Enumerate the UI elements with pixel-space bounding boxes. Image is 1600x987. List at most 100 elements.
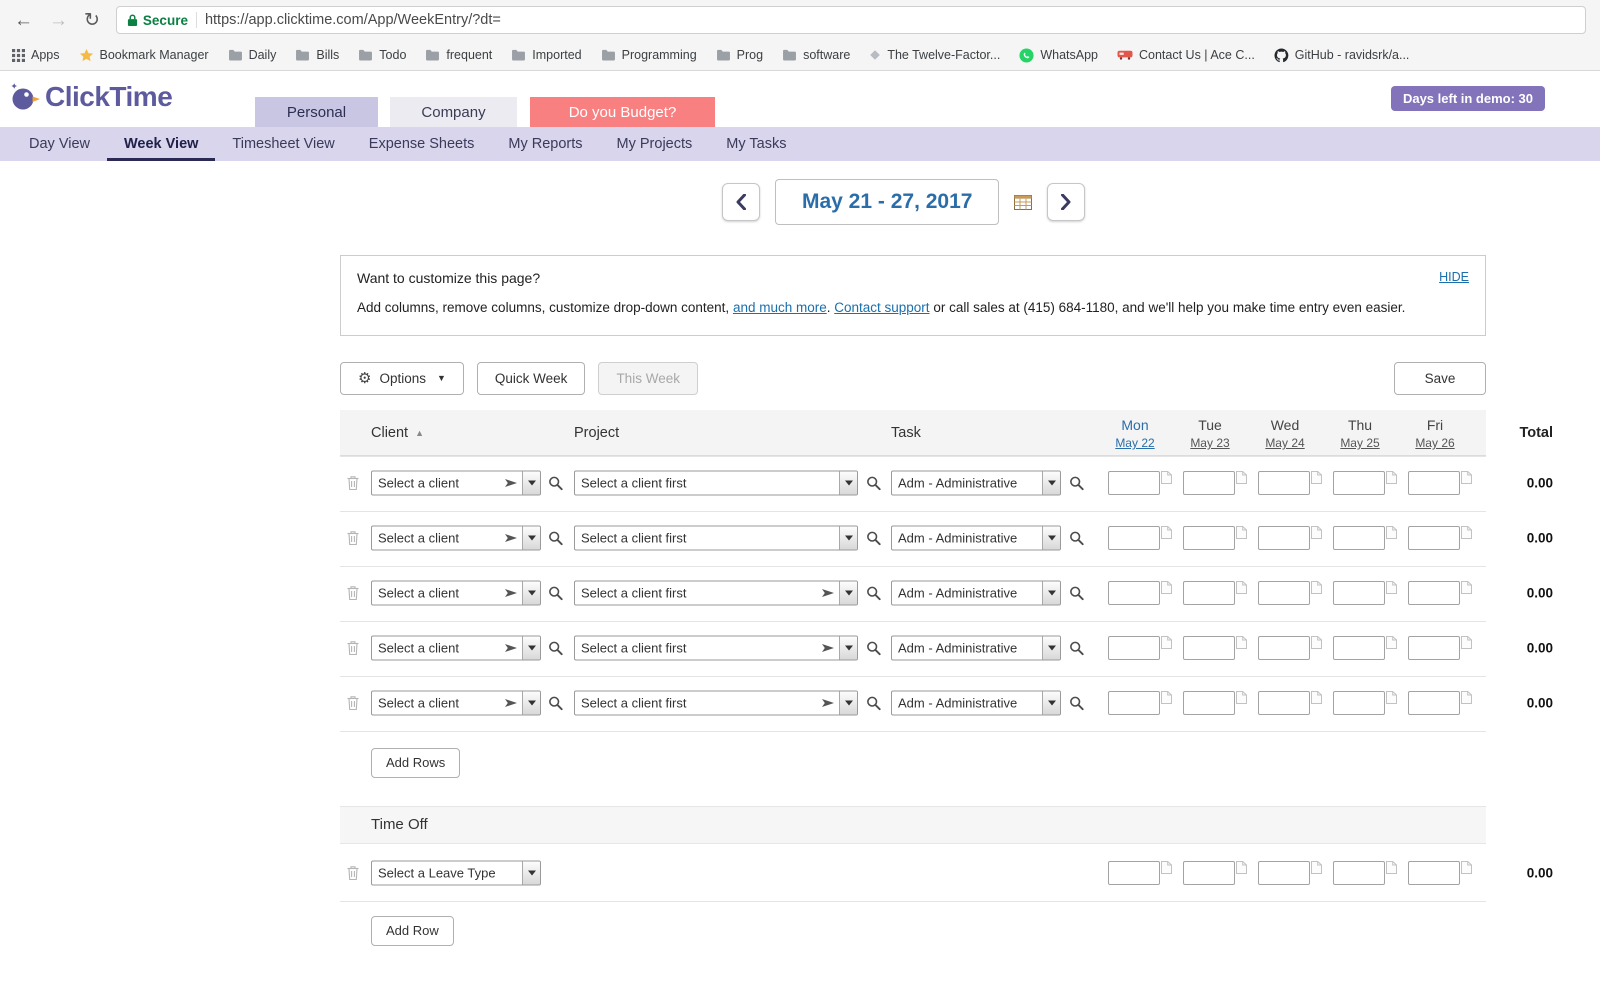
time-entry-input[interactable] [1108, 636, 1160, 661]
client-search-icon[interactable] [548, 476, 563, 491]
project-select[interactable]: Select a client first [574, 580, 858, 606]
note-icon[interactable] [1386, 861, 1397, 874]
delete-row-icon[interactable] [346, 475, 360, 491]
bookmark-folder-todo[interactable]: Todo [358, 48, 406, 62]
delete-row-icon[interactable] [346, 865, 360, 881]
bookmark-folder-programming[interactable]: Programming [601, 48, 697, 62]
project-search-icon[interactable] [866, 476, 881, 491]
dropdown-arrow-icon[interactable] [1042, 636, 1060, 660]
client-search-icon[interactable] [548, 641, 563, 656]
time-entry-input[interactable] [1258, 581, 1310, 606]
client-search-icon[interactable] [548, 586, 563, 601]
client-select[interactable]: Select a client [371, 580, 541, 606]
note-icon[interactable] [1461, 636, 1472, 649]
bookmark-folder-frequent[interactable]: frequent [425, 48, 492, 62]
contact-support-link[interactable]: Contact support [834, 300, 929, 315]
project-search-icon[interactable] [866, 641, 881, 656]
tab-personal[interactable]: Personal [255, 97, 378, 127]
note-icon[interactable] [1386, 526, 1397, 539]
bookmark-apps[interactable]: Apps [12, 48, 60, 62]
hide-link[interactable]: HIDE [1439, 270, 1469, 284]
dropdown-arrow-icon[interactable] [839, 471, 857, 495]
reload-icon[interactable]: ↻ [84, 11, 100, 30]
day-header-mon[interactable]: Mon May 22 [1103, 415, 1167, 453]
time-entry-input[interactable] [1333, 636, 1385, 661]
client-select[interactable]: Select a client [371, 470, 541, 496]
date-range-display[interactable]: May 21 - 27, 2017 [775, 179, 1000, 225]
project-search-icon[interactable] [866, 696, 881, 711]
delete-row-icon[interactable] [346, 585, 360, 601]
day-date-link[interactable]: May 24 [1253, 435, 1317, 452]
time-entry-input[interactable] [1258, 860, 1310, 885]
note-icon[interactable] [1236, 581, 1247, 594]
note-icon[interactable] [1161, 471, 1172, 484]
bookmark-contact-us[interactable]: Contact Us | Ace C... [1117, 48, 1255, 62]
dropdown-arrow-icon[interactable] [1042, 526, 1060, 550]
url-text[interactable]: https://app.clicktime.com/App/WeekEntry/… [205, 12, 501, 28]
calendar-picker-icon[interactable] [1014, 195, 1032, 210]
time-entry-input[interactable] [1408, 860, 1460, 885]
note-icon[interactable] [1386, 581, 1397, 594]
task-search-icon[interactable] [1069, 476, 1084, 491]
time-entry-input[interactable] [1183, 471, 1235, 496]
day-header-thu[interactable]: Thu May 25 [1328, 415, 1392, 453]
note-icon[interactable] [1386, 636, 1397, 649]
note-icon[interactable] [1461, 581, 1472, 594]
forward-icon[interactable]: → [49, 11, 68, 30]
note-icon[interactable] [1236, 636, 1247, 649]
note-icon[interactable] [1461, 861, 1472, 874]
task-select[interactable]: Adm - Administrative [891, 470, 1061, 496]
note-icon[interactable] [1461, 526, 1472, 539]
time-entry-input[interactable] [1333, 860, 1385, 885]
dropdown-arrow-icon[interactable] [522, 636, 540, 660]
note-icon[interactable] [1161, 861, 1172, 874]
bookmark-twelve-factor[interactable]: The Twelve-Factor... [869, 48, 1000, 62]
time-entry-input[interactable] [1408, 526, 1460, 551]
add-row-button[interactable]: Add Row [371, 915, 454, 946]
note-icon[interactable] [1311, 526, 1322, 539]
time-entry-input[interactable] [1183, 581, 1235, 606]
time-entry-input[interactable] [1183, 691, 1235, 716]
note-icon[interactable] [1161, 526, 1172, 539]
nav-item-timesheet-view[interactable]: Timesheet View [215, 127, 351, 161]
budget-promo-button[interactable]: Do you Budget? [530, 97, 715, 127]
time-entry-input[interactable] [1258, 471, 1310, 496]
bookmark-whatsapp[interactable]: WhatsApp [1019, 48, 1098, 63]
nav-item-my-projects[interactable]: My Projects [600, 127, 710, 161]
dropdown-arrow-icon[interactable] [1042, 581, 1060, 605]
note-icon[interactable] [1311, 691, 1322, 704]
project-search-icon[interactable] [866, 586, 881, 601]
time-entry-input[interactable] [1333, 581, 1385, 606]
day-header-wed[interactable]: Wed May 24 [1253, 415, 1317, 453]
time-entry-input[interactable] [1333, 691, 1385, 716]
time-entry-input[interactable] [1408, 581, 1460, 606]
bookmark-manager[interactable]: Bookmark Manager [79, 48, 209, 63]
time-entry-input[interactable] [1108, 691, 1160, 716]
and-much-more-link[interactable]: and much more [733, 300, 827, 315]
client-select[interactable]: Select a client [371, 690, 541, 716]
task-search-icon[interactable] [1069, 696, 1084, 711]
task-select[interactable]: Adm - Administrative [891, 690, 1061, 716]
dropdown-arrow-icon[interactable] [839, 581, 857, 605]
note-icon[interactable] [1236, 691, 1247, 704]
task-search-icon[interactable] [1069, 641, 1084, 656]
note-icon[interactable] [1161, 691, 1172, 704]
dropdown-arrow-icon[interactable] [522, 526, 540, 550]
nav-item-expense-sheets[interactable]: Expense Sheets [352, 127, 492, 161]
time-entry-input[interactable] [1333, 526, 1385, 551]
options-button[interactable]: ⚙ Options ▼ [340, 361, 464, 395]
delete-row-icon[interactable] [346, 530, 360, 546]
bookmark-folder-daily[interactable]: Daily [228, 48, 276, 62]
address-bar[interactable]: Secure https://app.clicktime.com/App/Wee… [115, 6, 1586, 34]
bookmark-github[interactable]: GitHub - ravidsrk/a... [1274, 48, 1409, 63]
dropdown-arrow-icon[interactable] [522, 861, 540, 885]
note-icon[interactable] [1161, 581, 1172, 594]
nav-item-my-tasks[interactable]: My Tasks [709, 127, 803, 161]
client-select[interactable]: Select a client [371, 635, 541, 661]
project-select[interactable]: Select a client first [574, 635, 858, 661]
client-search-icon[interactable] [548, 531, 563, 546]
note-icon[interactable] [1386, 691, 1397, 704]
time-entry-input[interactable] [1258, 526, 1310, 551]
note-icon[interactable] [1311, 861, 1322, 874]
day-date-link[interactable]: May 22 [1103, 435, 1167, 452]
